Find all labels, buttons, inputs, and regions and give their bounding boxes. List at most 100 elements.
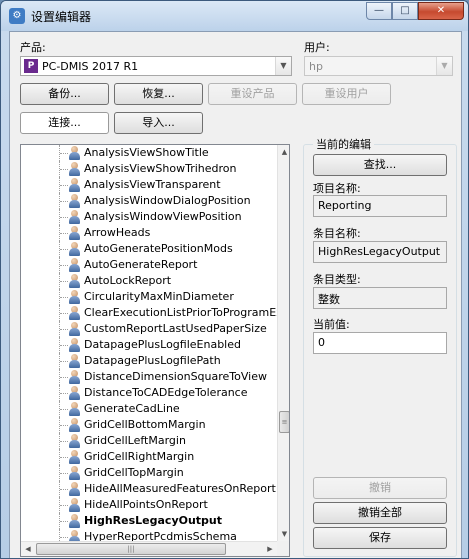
reset-product-button[interactable]: 重设产品	[208, 83, 297, 105]
app-icon: ⚙	[9, 8, 25, 24]
scroll-up-icon[interactable]: ▲	[278, 145, 289, 159]
user-setting-icon	[68, 370, 81, 384]
tree-item[interactable]: CustomReportLastUsedPaperSize	[21, 321, 281, 337]
user-setting-icon	[68, 338, 81, 352]
tree-connector	[60, 265, 68, 266]
tree-item[interactable]: AnalysisViewShowTitle	[21, 145, 281, 161]
current-edit-title: 当前的编辑	[313, 136, 374, 152]
close-button[interactable]: ✕	[418, 2, 464, 20]
tree-item[interactable]: GridCellBottomMargin	[21, 417, 281, 433]
tree-item-label: ArrowHeads	[84, 226, 151, 239]
icon-body	[69, 424, 80, 432]
vertical-scrollbar[interactable]: ▲ ≡ ▼	[277, 145, 289, 541]
user-setting-icon	[68, 258, 81, 272]
product-value: PC-DMIS 2017 R1	[42, 60, 139, 73]
user-value: hp	[309, 60, 323, 73]
section-name-field: Reporting	[313, 195, 447, 217]
minimize-button[interactable]: —	[366, 2, 392, 20]
tree-item[interactable]: HideAllMeasuredFeaturesOnReport	[21, 481, 281, 497]
settings-tree[interactable]: AnalysisViewShowTitle AnalysisViewShowTri…	[20, 144, 290, 557]
tree-connector	[60, 297, 68, 298]
chevron-down-icon[interactable]: ▼	[436, 57, 452, 75]
tree-item-label: CustomReportLastUsedPaperSize	[84, 322, 267, 335]
reset-user-button[interactable]: 重设用户	[302, 83, 391, 105]
tree-connector	[60, 233, 68, 234]
current-value-input[interactable]: 0	[313, 332, 447, 354]
tree-item[interactable]: HighResLegacyOutput	[21, 513, 281, 529]
section-name-label: 项目名称:	[313, 182, 361, 195]
tree-item[interactable]: CircularityMaxMinDiameter	[21, 289, 281, 305]
user-setting-icon	[68, 482, 81, 496]
tree-item-label: AnalysisWindowViewPosition	[84, 210, 242, 223]
tree-connector	[60, 313, 68, 314]
scroll-left-icon[interactable]: ◀	[21, 542, 35, 556]
tree-item-label: CircularityMaxMinDiameter	[84, 290, 234, 303]
tree-item[interactable]: GridCellRightMargin	[21, 449, 281, 465]
tree-item[interactable]: AnalysisViewTransparent	[21, 177, 281, 193]
tree-item[interactable]: AutoGenerateReport	[21, 257, 281, 273]
tree-item[interactable]: DatapagePlusLogfileEnabled	[21, 337, 281, 353]
icon-body	[69, 200, 80, 208]
tree-item[interactable]: DistanceDimensionSquareToView	[21, 369, 281, 385]
scroll-corner	[277, 541, 289, 556]
horizontal-scrollbar[interactable]: ◀ ||| ▶	[21, 541, 277, 556]
icon-body	[69, 440, 80, 448]
product-dropdown[interactable]: P PC-DMIS 2017 R1 ▼	[20, 56, 292, 76]
tree-item[interactable]: DistanceToCADEdgeTolerance	[21, 385, 281, 401]
tree-connector	[60, 393, 68, 394]
user-setting-icon	[68, 434, 81, 448]
entry-name-label: 条目名称:	[313, 227, 361, 240]
backup-button[interactable]: 备份...	[20, 83, 109, 105]
tree-connector	[60, 185, 68, 186]
undo-button[interactable]: 撤销	[313, 477, 447, 499]
tree-item-label: AnalysisViewShowTrihedron	[84, 162, 237, 175]
restore-button[interactable]: 恢复...	[114, 83, 203, 105]
tree-connector	[60, 505, 68, 506]
undo-all-button[interactable]: 撤销全部	[313, 502, 447, 524]
tree-item[interactable]: AutoLockReport	[21, 273, 281, 289]
find-button[interactable]: 查找...	[313, 154, 447, 176]
tree-connector	[60, 425, 68, 426]
tree-connector	[60, 473, 68, 474]
import-button[interactable]: 导入...	[114, 112, 203, 134]
user-setting-icon	[68, 306, 81, 320]
icon-body	[69, 360, 80, 368]
icon-body	[69, 264, 80, 272]
tree-item[interactable]: ClearExecutionListPriorToProgramExecut	[21, 305, 289, 321]
scroll-down-icon[interactable]: ▼	[278, 527, 289, 541]
tree-item[interactable]: ArrowHeads	[21, 225, 281, 241]
user-setting-icon	[68, 514, 81, 528]
user-setting-icon	[68, 418, 81, 432]
user-dropdown[interactable]: hp ▼	[304, 56, 453, 76]
chevron-down-icon[interactable]: ▼	[275, 57, 291, 75]
tree-item-label: DistanceToCADEdgeTolerance	[84, 386, 248, 399]
tree-item[interactable]: AutoGeneratePositionMods	[21, 241, 281, 257]
tree-item[interactable]: DatapagePlusLogfilePath	[21, 353, 281, 369]
maximize-button[interactable]: □	[392, 2, 418, 20]
save-button[interactable]: 保存	[313, 527, 447, 549]
horizontal-scroll-thumb[interactable]: |||	[36, 543, 226, 555]
tree-item-label: HideAllMeasuredFeaturesOnReport	[84, 482, 276, 495]
vertical-scroll-thumb[interactable]: ≡	[279, 411, 289, 433]
connect-button[interactable]: 连接...	[20, 112, 109, 134]
tree-item[interactable]: AnalysisViewShowTrihedron	[21, 161, 281, 177]
scroll-right-icon[interactable]: ▶	[263, 542, 277, 556]
current-value-label: 当前值:	[313, 318, 350, 331]
tree-item[interactable]: AnalysisWindowDialogPosition	[21, 193, 281, 209]
title-bar[interactable]: ⚙ 设置编辑器 — □ ✕	[1, 1, 468, 31]
tree-item-label: HideAllPointsOnReport	[84, 498, 208, 511]
product-label: 产品:	[20, 41, 46, 54]
tree-connector	[60, 441, 68, 442]
tree-connector	[60, 537, 68, 538]
tree-item-label: AutoGenerateReport	[84, 258, 198, 271]
tree-connector	[60, 361, 68, 362]
icon-body	[69, 248, 80, 256]
tree-item[interactable]: GridCellLeftMargin	[21, 433, 281, 449]
client-area: 产品: P PC-DMIS 2017 R1 ▼ 用户: hp ▼ 备份... 恢…	[9, 31, 462, 558]
tree-item[interactable]: GridCellTopMargin	[21, 465, 281, 481]
tree-item[interactable]: HideAllPointsOnReport	[21, 497, 281, 513]
tree-item[interactable]: AnalysisWindowViewPosition	[21, 209, 281, 225]
tree-connector	[60, 169, 68, 170]
tree-item[interactable]: GenerateCadLine	[21, 401, 281, 417]
tree-connector	[60, 329, 68, 330]
